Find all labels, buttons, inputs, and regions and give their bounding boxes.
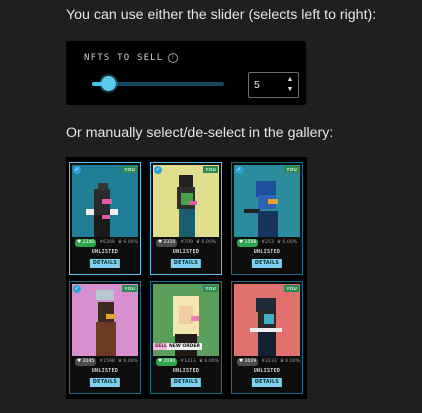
- up-arrow-icon[interactable]: ▲: [286, 76, 294, 84]
- score: ♛ 6.00%: [279, 359, 301, 364]
- owner-badge: YOU: [284, 285, 299, 292]
- nft-character-art: [86, 183, 118, 237]
- card-stats: ♥ 1598 #253 ♛ 6.00%: [234, 238, 300, 247]
- likes-count: 2029: [244, 358, 257, 364]
- check-icon: ✓: [235, 166, 243, 174]
- nft-character-art: [250, 298, 282, 356]
- nft-card[interactable]: ✓ YOU ♥ 2310 #709 ♛ 6.00% UNLISTED DETAI…: [150, 162, 222, 275]
- card-stats: ♥ 2045 #1598 ♛ 6.00%: [72, 357, 138, 366]
- nfts-to-sell-panel: NFTS TO SELL i 5 ▲ ▼: [66, 41, 306, 105]
- nft-card[interactable]: ✓ YOU ♥ 1598 #253 ♛ 6.00% UNLISTED DETAI…: [231, 162, 303, 275]
- nft-artwork: [234, 284, 300, 356]
- nft-character-art: [244, 181, 278, 237]
- nft-gallery: ✓ YOU ♥ 2340 #6309 ♛ 6.00% UNLISTED DETA…: [66, 157, 307, 399]
- score: ♛ 6.00%: [198, 359, 220, 364]
- score: ♛ 6.00%: [276, 240, 298, 245]
- check-icon: ✓: [154, 166, 162, 174]
- check-icon: ✓: [73, 166, 81, 174]
- details-button[interactable]: DETAILS: [170, 378, 202, 387]
- details-button[interactable]: DETAILS: [89, 259, 121, 268]
- details-button[interactable]: DETAILS: [89, 378, 121, 387]
- nfts-slider-handle[interactable]: [100, 76, 116, 91]
- new-order-tag: NEW ORDER: [167, 343, 202, 350]
- card-stats: ♥ 2080 #1413 ♛ 6.00%: [153, 357, 219, 366]
- nft-artwork: [72, 284, 138, 356]
- owner-badge: YOU: [122, 285, 137, 292]
- card-stats: ♥ 2310 #709 ♛ 6.00%: [153, 238, 219, 247]
- likes-count: 2080: [163, 358, 176, 364]
- token-id: #253: [261, 240, 274, 245]
- card-stats: ♥ 2340 #6309 ♛ 6.00%: [72, 238, 138, 247]
- likes-count: 2310: [163, 239, 176, 245]
- likes-badge: ♥ 2029: [237, 357, 259, 366]
- owner-badge: YOU: [203, 166, 218, 173]
- likes-count: 2045: [82, 358, 95, 364]
- info-icon[interactable]: i: [168, 53, 179, 63]
- owner-badge: YOU: [284, 166, 299, 173]
- nft-artwork: [234, 165, 300, 237]
- score-value: 6.00%: [285, 359, 301, 364]
- score-value: 6.00%: [204, 359, 220, 364]
- nft-card[interactable]: ✓ YOU ♥ 2045 #1598 ♛ 6.00% UNLISTED DETA…: [69, 281, 141, 394]
- likes-badge: ♥ 1598: [237, 238, 259, 247]
- nfts-to-sell-label: NFTS TO SELL: [84, 53, 164, 63]
- nft-card[interactable]: YOU ♥ 2029 #3133 ♛ 6.00% UNLISTED DETAIL…: [231, 281, 303, 394]
- listing-status: UNLISTED: [91, 368, 119, 374]
- owner-badge: YOU: [122, 166, 137, 173]
- slider-hint: You can use either the slider (selects l…: [66, 7, 377, 23]
- score: ♛ 6.00%: [117, 359, 139, 364]
- score: ♛ 6.00%: [117, 240, 139, 245]
- nft-artwork: [72, 165, 138, 237]
- nft-card[interactable]: YOU SELL NEW ORDER ♥ 2080 #1413 ♛ 6.00% …: [150, 281, 222, 394]
- card-stats: ♥ 2029 #3133 ♛ 6.00%: [234, 357, 300, 366]
- score-value: 6.00%: [282, 240, 298, 245]
- owner-badge: YOU: [203, 285, 218, 292]
- token-id: #1413: [180, 359, 196, 364]
- quantity-stepper[interactable]: 5 ▲ ▼: [248, 72, 299, 98]
- listing-status: UNLISTED: [172, 368, 200, 374]
- token-id: #709: [180, 240, 193, 245]
- score-value: 6.00%: [123, 240, 139, 245]
- gallery-hint: Or manually select/de-select in the gall…: [66, 125, 334, 141]
- details-button[interactable]: DETAILS: [251, 378, 283, 387]
- down-arrow-icon[interactable]: ▼: [286, 86, 294, 94]
- score-value: 6.00%: [201, 240, 217, 245]
- details-button[interactable]: DETAILS: [251, 259, 283, 268]
- likes-badge: ♥ 2045: [75, 357, 97, 366]
- likes-count: 1598: [244, 239, 257, 245]
- score: ♛ 6.00%: [195, 240, 217, 245]
- listing-status: UNLISTED: [253, 368, 281, 374]
- token-id: #1598: [99, 359, 115, 364]
- quantity-value[interactable]: 5: [254, 79, 260, 91]
- likes-count: 2340: [82, 239, 95, 245]
- token-id: #6309: [99, 240, 115, 245]
- score-value: 6.00%: [123, 359, 139, 364]
- likes-badge: ♥ 2310: [156, 238, 178, 247]
- nft-card[interactable]: ✓ YOU ♥ 2340 #6309 ♛ 6.00% UNLISTED DETA…: [69, 162, 141, 275]
- nft-character-art: [177, 175, 197, 237]
- nft-artwork: [153, 165, 219, 237]
- check-icon: ✓: [73, 285, 81, 293]
- details-button[interactable]: DETAILS: [170, 259, 202, 268]
- nft-character-art: [96, 290, 116, 356]
- likes-badge: ♥ 2080: [156, 357, 178, 366]
- token-id: #3133: [261, 359, 277, 364]
- nfts-to-sell-title: NFTS TO SELL i: [84, 53, 179, 63]
- listing-status: UNLISTED: [253, 249, 281, 255]
- listing-status: UNLISTED: [172, 249, 200, 255]
- listing-status: UNLISTED: [91, 249, 119, 255]
- likes-badge: ♥ 2340: [75, 238, 97, 247]
